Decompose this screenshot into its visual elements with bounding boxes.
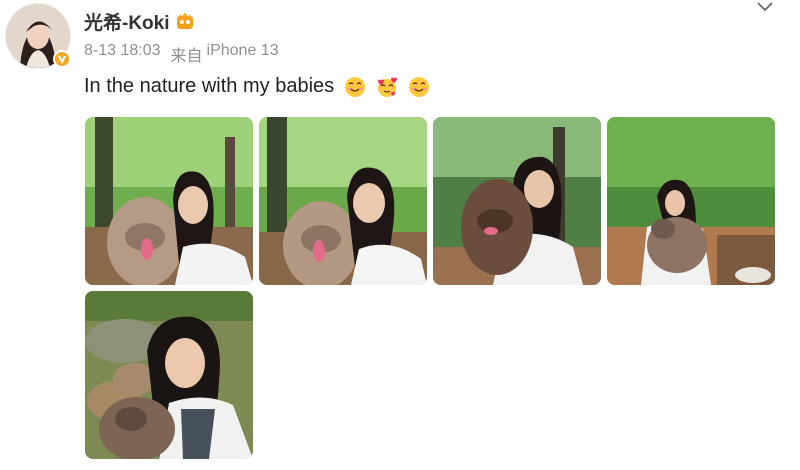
source-device: iPhone 13 bbox=[206, 42, 279, 59]
smiling-emoji-icon bbox=[345, 76, 366, 97]
hearts-emoji-icon bbox=[378, 77, 398, 97]
photo-5[interactable] bbox=[85, 291, 253, 459]
smiling-emoji-icon bbox=[409, 76, 430, 97]
username-row: 光希-Koki bbox=[84, 8, 194, 35]
verified-badge-icon bbox=[53, 50, 71, 68]
photo-2[interactable] bbox=[259, 117, 427, 285]
post-text-row: In the nature with my babies bbox=[84, 75, 430, 98]
photo-3[interactable] bbox=[433, 117, 601, 285]
post-text: In the nature with my babies bbox=[84, 75, 335, 97]
post-source: 来自 iPhone 13 bbox=[171, 42, 279, 66]
username[interactable]: 光希-Koki bbox=[84, 8, 170, 35]
photo-1[interactable] bbox=[85, 117, 253, 285]
post-date[interactable]: 8-13 18:03 bbox=[84, 42, 161, 66]
post-meta: 8-13 18:03 来自 iPhone 13 bbox=[84, 42, 279, 66]
vip-badge-icon[interactable] bbox=[176, 12, 194, 31]
source-prefix: 来自 bbox=[170, 48, 203, 65]
photo-4[interactable] bbox=[607, 117, 775, 285]
chevron-down-icon[interactable] bbox=[756, 0, 774, 14]
